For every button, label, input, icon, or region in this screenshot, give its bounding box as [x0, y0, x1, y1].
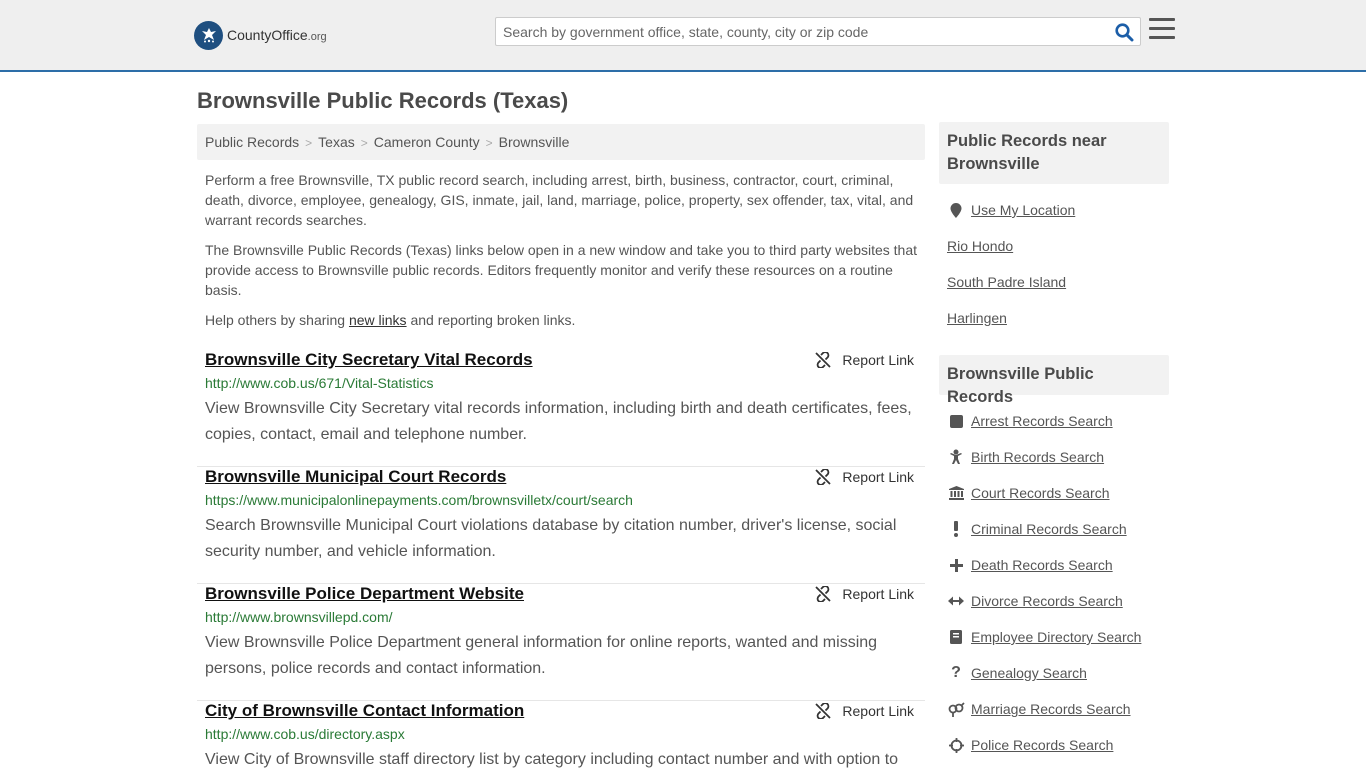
cross-icon [947, 556, 965, 574]
record-description: View City of Brownsville staff directory… [205, 751, 899, 768]
use-my-location-link[interactable]: Use My Location [971, 202, 1075, 218]
chevron-right-icon: > [360, 136, 368, 150]
sidebar-item-employee: Employee Directory Search [947, 627, 1141, 647]
sidebar-item-rio-hondo: Rio Hondo [947, 236, 1013, 256]
harlingen-link[interactable]: Harlingen [947, 310, 1007, 326]
breadcrumb-cameron-county[interactable]: Cameron County [374, 134, 480, 150]
record-url: http://www.cob.us/directory.aspx [205, 726, 405, 742]
report-link-button[interactable]: Report Link [815, 586, 914, 602]
disclaimer-paragraph: The Brownsville Public Records (Texas) l… [205, 242, 918, 298]
book-icon [947, 628, 965, 646]
death-records-link[interactable]: Death Records Search [971, 557, 1113, 573]
record-url: http://www.brownsvillepd.com/ [205, 609, 393, 625]
logo-wordmark: CountyOffice.org [227, 27, 327, 43]
record-title-link[interactable]: Brownsville Municipal Court Records [205, 467, 506, 487]
sidebar-item-police: Police Records Search [947, 735, 1113, 755]
sidebar-records-heading: Brownsville Public Records [939, 355, 1169, 406]
intro-paragraph: Perform a free Brownsville, TX public re… [205, 172, 914, 228]
report-link-button[interactable]: Report Link [815, 352, 914, 368]
record-item: Brownsville Police Department Website Re… [197, 584, 925, 701]
square-icon [947, 412, 965, 430]
marriage-records-link[interactable]: Marriage Records Search [971, 701, 1131, 717]
broken-link-icon [815, 586, 832, 602]
breadcrumb-brownsville[interactable]: Brownsville [499, 134, 570, 150]
genealogy-search-link[interactable]: Genealogy Search [971, 665, 1087, 681]
baby-icon [947, 448, 965, 466]
sidebar-item-genealogy: ? Genealogy Search [947, 663, 1087, 683]
breadcrumb-texas[interactable]: Texas [318, 134, 355, 150]
page-title: Brownsville Public Records (Texas) [197, 88, 569, 113]
sidebar-item-harlingen: Harlingen [947, 308, 1007, 328]
sidebar-item-criminal: Criminal Records Search [947, 519, 1127, 539]
record-description: View Brownsville City Secretary vital re… [205, 400, 912, 443]
site-logo[interactable]: CountyOffice.org [194, 20, 327, 50]
report-link-button[interactable]: Report Link [815, 469, 914, 485]
top-bar: CountyOffice.org [0, 0, 1366, 72]
logo-seal-icon [194, 20, 223, 50]
new-links-link[interactable]: new links [349, 312, 407, 328]
record-title-link[interactable]: Brownsville City Secretary Vital Records [205, 350, 533, 370]
crosshair-icon [947, 736, 965, 754]
search-box [495, 17, 1141, 46]
record-title-link[interactable]: Brownsville Police Department Website [205, 584, 524, 604]
sidebar-item-arrest: Arrest Records Search [947, 411, 1113, 431]
employee-directory-link[interactable]: Employee Directory Search [971, 629, 1141, 645]
search-button[interactable] [1113, 22, 1135, 43]
record-url: http://www.cob.us/671/Vital-Statistics [205, 375, 434, 391]
divorce-records-link[interactable]: Divorce Records Search [971, 593, 1123, 609]
court-records-link[interactable]: Court Records Search [971, 485, 1110, 501]
record-description: Search Brownsville Municipal Court viola… [205, 517, 897, 560]
record-description: View Brownsville Police Department gener… [205, 634, 878, 677]
sidebar-item-death: Death Records Search [947, 555, 1113, 575]
record-item: City of Brownsville Contact Information … [197, 701, 925, 768]
chevron-right-icon: > [305, 136, 313, 150]
sidebar-item-marriage: Marriage Records Search [947, 699, 1131, 719]
rio-hondo-link[interactable]: Rio Hondo [947, 238, 1013, 254]
arrest-records-link[interactable]: Arrest Records Search [971, 413, 1113, 429]
sidebar-item-divorce: Divorce Records Search [947, 591, 1123, 611]
report-link-button[interactable]: Report Link [815, 703, 914, 719]
hamburger-menu-icon[interactable] [1149, 18, 1175, 42]
sidebar-item-south-padre-island: South Padre Island [947, 272, 1066, 292]
sidebar-item-court: Court Records Search [947, 483, 1110, 503]
south-padre-island-link[interactable]: South Padre Island [947, 274, 1066, 290]
birth-records-link[interactable]: Birth Records Search [971, 449, 1104, 465]
exclamation-icon [947, 520, 965, 538]
record-item: Brownsville Municipal Court Records Repo… [197, 467, 925, 584]
breadcrumb: Public Records > Texas > Cameron County > Brow… [197, 124, 925, 160]
arrows-horizontal-icon [947, 592, 965, 610]
search-icon [1114, 23, 1133, 42]
location-pin-icon [947, 201, 965, 219]
question-icon: ? [951, 664, 961, 681]
broken-link-icon [815, 469, 832, 485]
record-url: https://www.municipalonlinepayments.com/… [205, 492, 633, 508]
police-records-link[interactable]: Police Records Search [971, 737, 1113, 753]
record-item: Brownsville City Secretary Vital Records… [197, 350, 925, 467]
search-input[interactable] [503, 22, 1103, 42]
gender-icon [947, 700, 965, 718]
sidebar-item-use-my-location: Use My Location [947, 200, 1075, 220]
record-title-link[interactable]: City of Brownsville Contact Information [205, 701, 524, 721]
help-paragraph: Help others by sharing new links and rep… [205, 312, 576, 328]
sidebar-item-birth: Birth Records Search [947, 447, 1104, 467]
broken-link-icon [815, 352, 832, 368]
chevron-right-icon: > [485, 136, 493, 150]
criminal-records-link[interactable]: Criminal Records Search [971, 521, 1127, 537]
courthouse-icon [947, 484, 965, 502]
breadcrumb-public-records[interactable]: Public Records [205, 134, 299, 150]
sidebar-near-heading: Public Records near Brownsville [939, 122, 1169, 184]
broken-link-icon [815, 703, 832, 719]
